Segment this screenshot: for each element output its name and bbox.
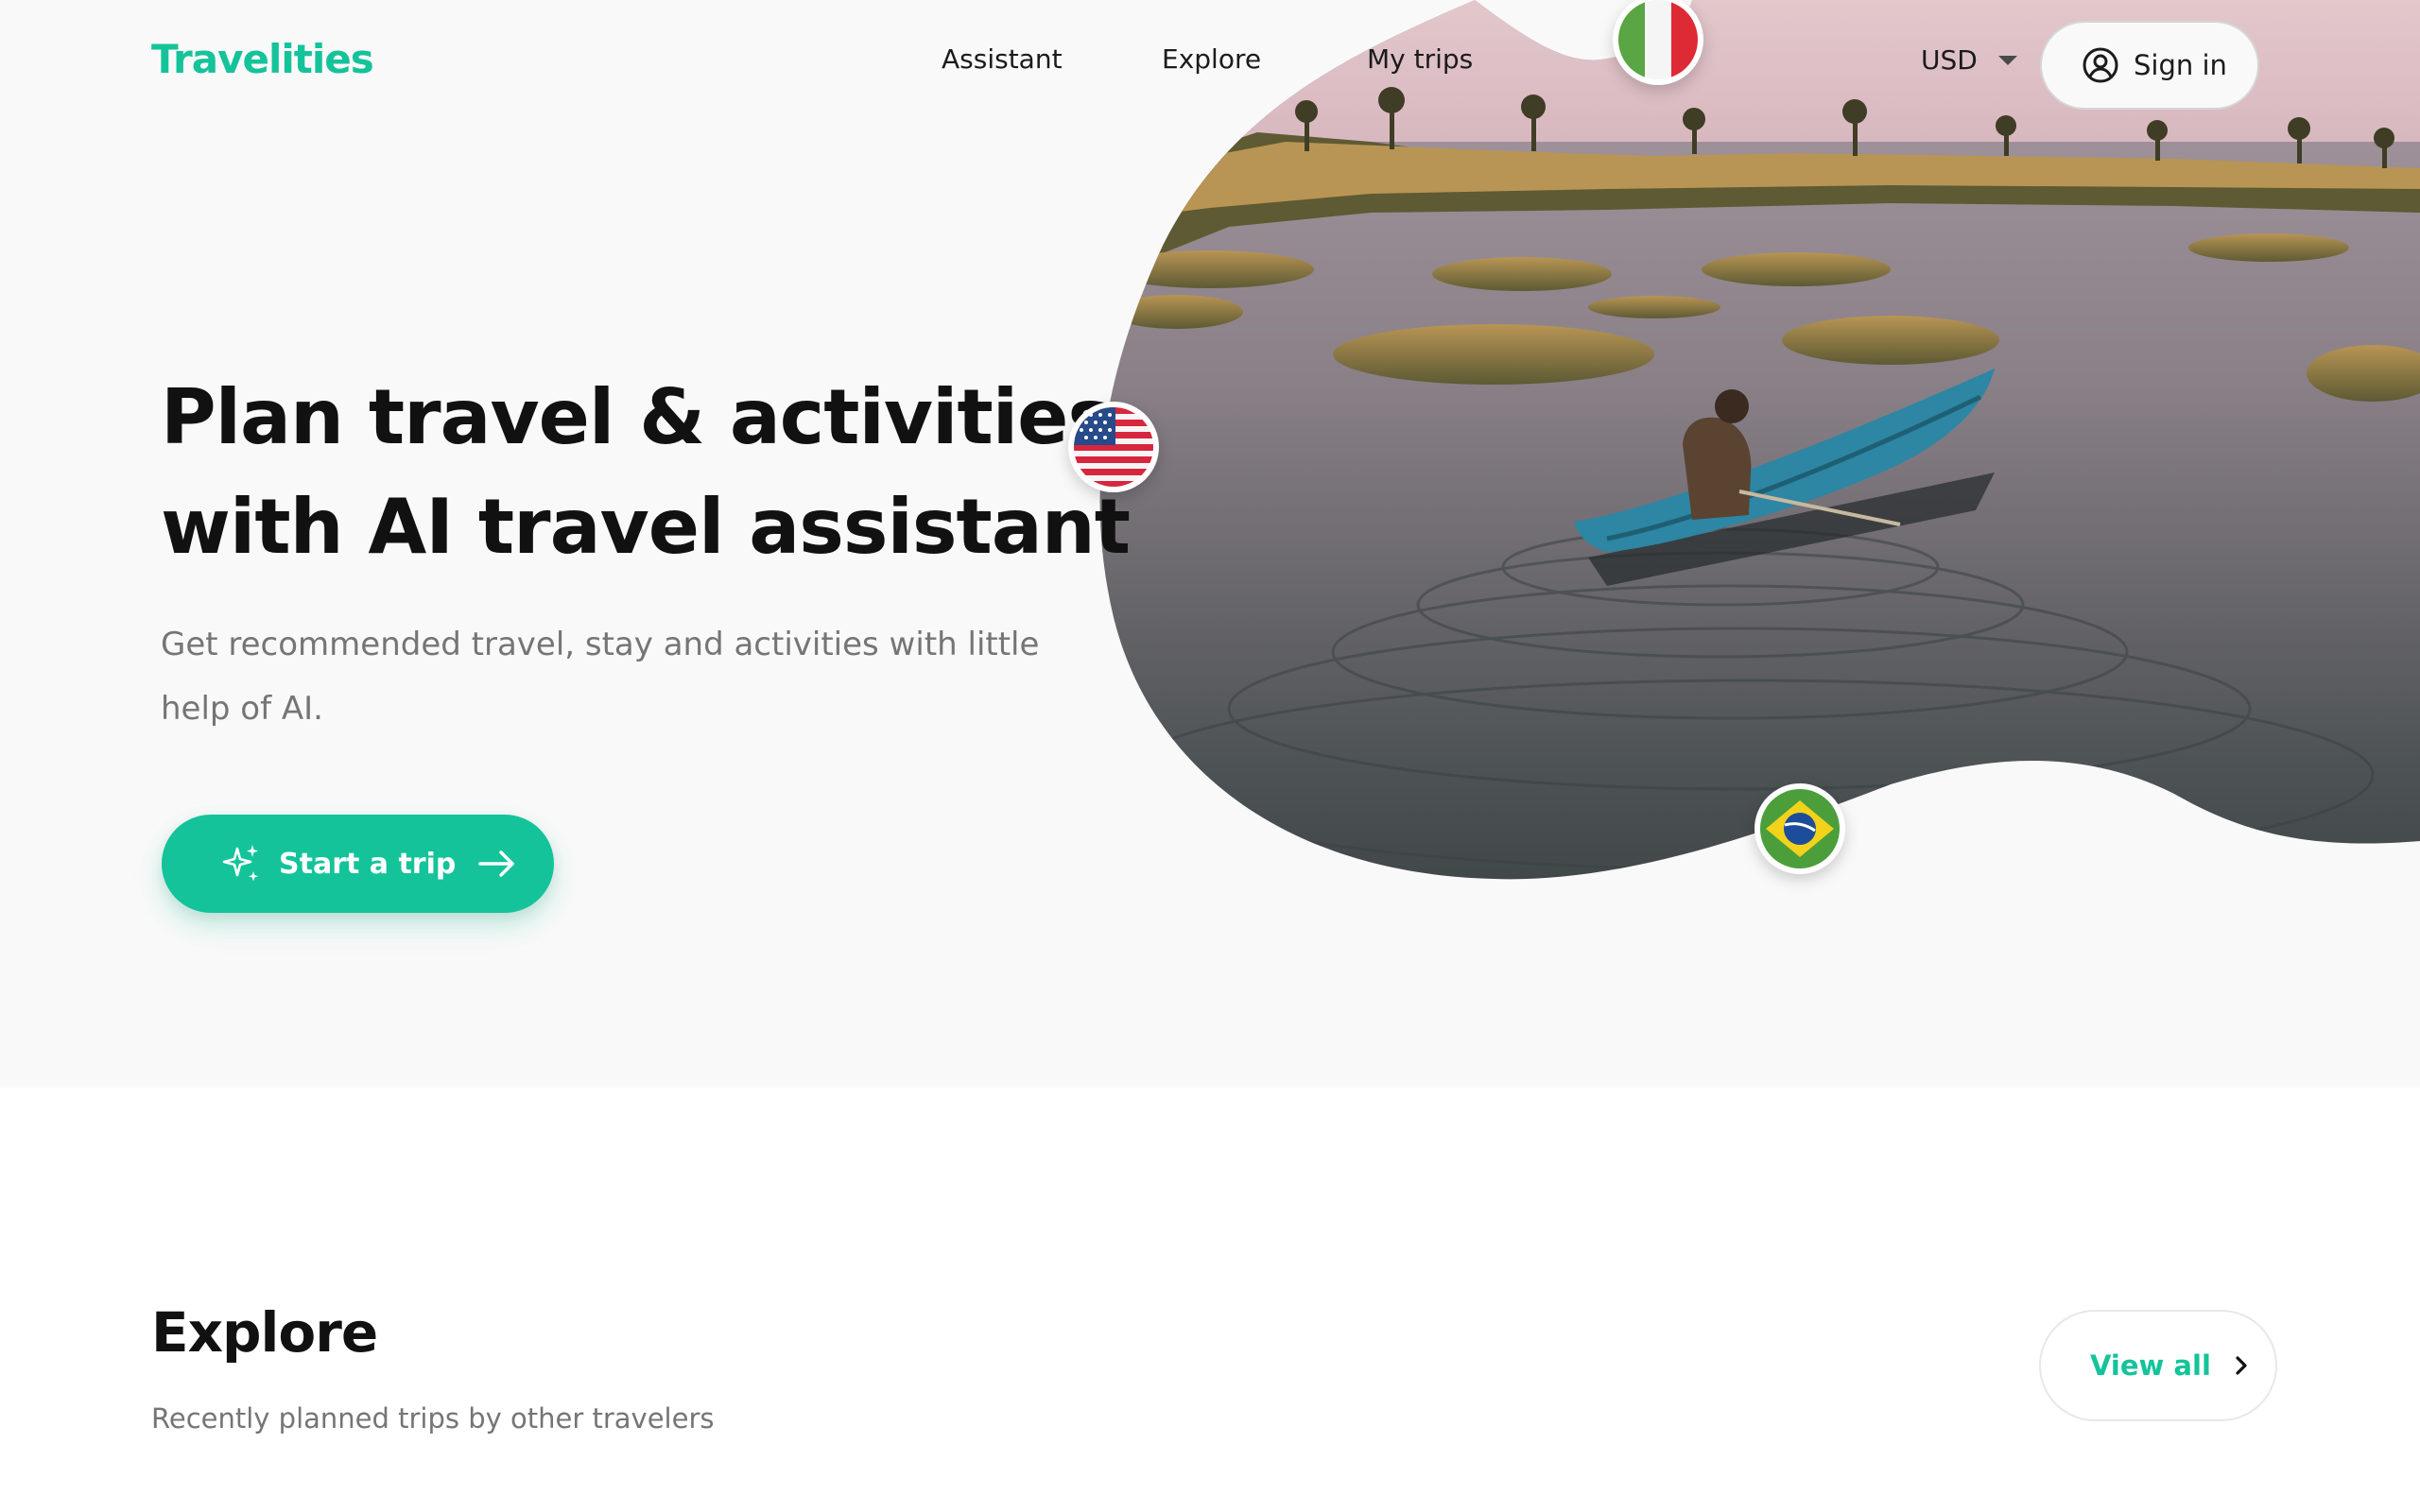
currency-label: USD (1921, 44, 1978, 76)
hero-headline-line1: Plan travel & activities (161, 373, 1113, 461)
sign-in-button[interactable]: Sign in (2040, 21, 2259, 110)
currency-selector[interactable]: USD (1921, 44, 2017, 76)
hero-headline-line2: with AI travel assistant (161, 483, 1131, 571)
page: Travelities Assistant Explore My trips U… (0, 0, 2420, 1512)
nav-explore-link[interactable]: Explore (1162, 43, 1261, 75)
caret-down-icon (1997, 55, 2017, 65)
hero-section: Travelities Assistant Explore My trips U… (0, 0, 2420, 1088)
explore-title: Explore (151, 1300, 378, 1365)
hero-subtext: Get recommended travel, stay and activit… (161, 626, 1040, 728)
explore-subtitle: Recently planned trips by other traveler… (151, 1402, 715, 1435)
hero-headline: Plan travel & activities with AI travel … (161, 363, 1131, 582)
view-all-label: View all (2090, 1349, 2211, 1382)
sign-in-label: Sign in (2134, 49, 2227, 81)
start-trip-label: Start a trip (279, 847, 457, 881)
user-circle-icon (2083, 47, 2118, 83)
sparkle-icon (222, 845, 258, 882)
brazil-flag-icon (1754, 783, 1845, 874)
usa-flag-icon (1068, 402, 1159, 492)
brand-logo[interactable]: Travelities (151, 36, 374, 82)
view-all-button[interactable]: View all (2039, 1310, 2277, 1421)
arrow-right-icon (478, 850, 515, 877)
italy-flag-icon (1613, 0, 1703, 85)
nav-assistant-link[interactable]: Assistant (942, 43, 1063, 75)
start-trip-button[interactable]: Start a trip (162, 815, 554, 913)
chevron-right-icon (2236, 1356, 2247, 1375)
nav-my-trips-link[interactable]: My trips (1367, 43, 1473, 75)
